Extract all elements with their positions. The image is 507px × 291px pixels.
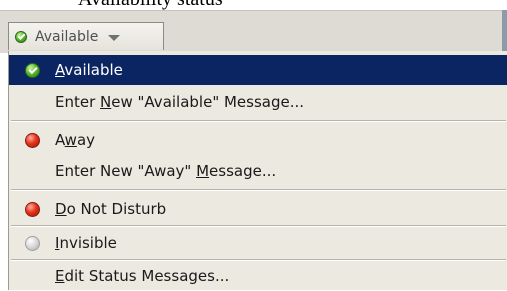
menu-separator	[11, 120, 506, 122]
menu-item-label: Away	[55, 131, 96, 149]
menu-item-available-message[interactable]: Enter New "Available" Message...	[9, 87, 507, 117]
available-status-icon	[24, 62, 40, 78]
menu-item-do-not-disturb[interactable]: Do Not Disturb	[9, 194, 507, 224]
menu-item-label: Invisible	[55, 234, 117, 252]
menu-item-label: Available	[55, 61, 123, 79]
menu-item-away-message[interactable]: Enter New "Away" Message...	[9, 156, 507, 186]
menu-separator	[11, 189, 506, 191]
menu-separator	[11, 225, 506, 227]
menu-item-label: Enter New "Away" Message...	[55, 162, 277, 180]
menu-item-edit-status-messages[interactable]: Edit Status Messages...	[9, 261, 507, 291]
chevron-down-icon	[108, 34, 121, 41]
invisible-status-icon	[24, 235, 40, 251]
toolbar-edge	[502, 10, 507, 52]
menu-item-available[interactable]: Available	[9, 55, 507, 85]
away-status-icon	[24, 132, 40, 148]
menu-item-label: Enter New "Available" Message...	[55, 93, 305, 111]
menu-item-away[interactable]: Away	[9, 125, 507, 155]
menu-item-label: Edit Status Messages...	[55, 267, 230, 285]
status-menu: Available Enter New "Available" Message.…	[8, 51, 507, 290]
available-status-icon	[15, 30, 27, 43]
status-dropdown-button[interactable]: Available	[8, 22, 164, 50]
menu-item-label: Do Not Disturb	[55, 200, 167, 218]
do-not-disturb-status-icon	[24, 201, 40, 217]
menu-item-invisible[interactable]: Invisible	[9, 228, 507, 258]
status-dropdown-label: Available	[35, 28, 99, 45]
